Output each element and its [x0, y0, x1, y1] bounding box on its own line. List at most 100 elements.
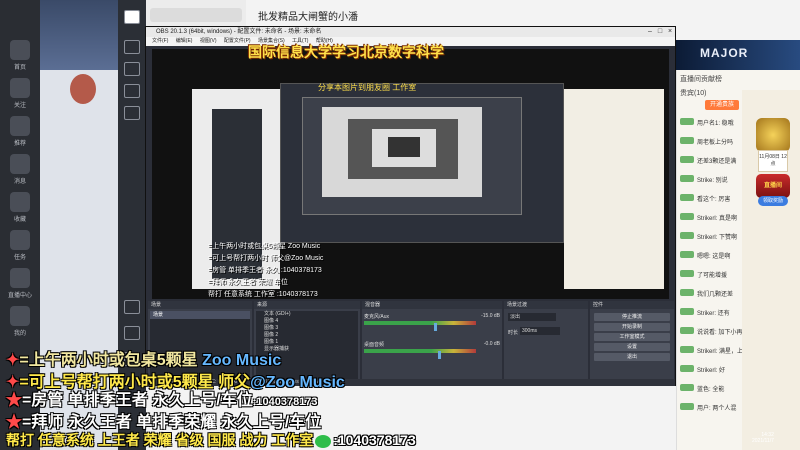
overlay-line-5: 帮打 任意系统 上王者 荣耀 省级 国服 战力 工作室 :1040378173 [6, 430, 416, 450]
user-level-badge [680, 346, 694, 353]
mixer-dock: 混音器 麦克风/Aux -15.0 dB 桌面音频 -0.0 dB [362, 301, 502, 385]
menu-file[interactable]: 文件(F) [152, 37, 168, 46]
live-center-icon[interactable] [10, 268, 30, 288]
preview-overlay-line: =拜师 永久王者 荣耀 车位 [208, 279, 288, 286]
controls-dock: 控件 停止推流 开始录制 工作室模式 设置 退出 [590, 301, 674, 385]
menu-edit[interactable]: 编辑(E) [176, 37, 193, 46]
follow-icon[interactable] [10, 78, 30, 98]
nav-label: 推荐 [13, 141, 26, 147]
nav-label: 我的 [13, 331, 26, 337]
star-icon: ★ [6, 414, 23, 431]
close-icon[interactable]: × [666, 28, 674, 35]
folder-icon[interactable] [124, 106, 140, 120]
favorite-icon[interactable] [10, 192, 30, 212]
user-level-badge [680, 118, 694, 125]
volume-meter [364, 321, 476, 325]
chat-message: 用户: 两个人混 [697, 406, 737, 412]
scenes-label: 场景 [148, 301, 252, 309]
chat-message: 看这个: 厉害 [697, 197, 731, 203]
preview-overlay-line: =上午两小时或包桌5颗星 Zoo Music [208, 243, 321, 250]
volume-slider[interactable] [434, 323, 437, 331]
chat-message: Strikerl: 下赞啊 [697, 235, 738, 241]
user-level-badge [680, 175, 694, 182]
event-badge[interactable]: 直播间 [756, 174, 790, 198]
transition-select[interactable]: 淡出 [508, 313, 556, 321]
source-item[interactable]: 文本 (GDI+) [256, 311, 358, 318]
settings-button[interactable]: 设置 [594, 343, 670, 351]
maximize-icon[interactable]: □ [656, 28, 664, 35]
chat-message: 嗯嗯: 这是啊 [697, 254, 731, 260]
search-input[interactable] [150, 8, 242, 22]
exit-button[interactable]: 退出 [594, 353, 670, 361]
studio-mode-button[interactable]: 工作室模式 [594, 333, 670, 341]
star-icon: ★ [6, 392, 23, 409]
chat-message: 还差3颗还是满 [697, 159, 737, 165]
menu-view[interactable]: 视图(V) [200, 37, 217, 46]
sources-label: 来源 [254, 301, 360, 309]
preview-overlay-title: 国际信息大学学习北京数字科学 [248, 44, 444, 60]
phone-icon[interactable] [124, 326, 140, 340]
controls-label: 控件 [590, 301, 674, 309]
chat-message: Strikerl: 好 [697, 368, 726, 374]
recursive-preview-6 [388, 137, 420, 157]
profile-icon[interactable] [10, 306, 30, 326]
volume-meter [364, 349, 476, 353]
obs-window: OBS 20.1.3 (64bit, windows) - 配置文件: 未命名 … [145, 26, 676, 386]
scene-item[interactable]: 场景 [150, 311, 250, 319]
favorites-icon[interactable] [124, 84, 140, 98]
chat-message: Strike: 别说 [697, 178, 728, 184]
volume-slider[interactable] [438, 351, 441, 359]
miniprogram-icon[interactable] [124, 300, 140, 314]
user-level-badge [680, 403, 694, 410]
overlay-line-5-text: 帮打 任意系统 上王者 荣耀 省级 国服 战力 工作室 [6, 432, 314, 448]
chat-message: Striker: 还有 [697, 311, 730, 317]
tab-contribution[interactable]: 直播间贡献榜 [680, 74, 722, 84]
taskbar-clock: 14:32 2021/11/7 [752, 432, 774, 444]
source-item[interactable]: 图像 2 [256, 332, 358, 339]
source-item[interactable]: 图像 3 [256, 325, 358, 332]
user-level-badge [680, 327, 694, 334]
mixer-channel-db: -0.0 dB [483, 341, 500, 347]
source-item[interactable]: 图像 1 [256, 339, 358, 346]
recommend-icon[interactable] [10, 116, 30, 136]
menu-profile[interactable]: 配置文件(P) [224, 37, 251, 46]
nav-label: 收藏 [13, 217, 26, 223]
open-noble-button[interactable]: 开通贵族 [705, 100, 739, 110]
stop-streaming-button[interactable]: 停止推流 [594, 313, 670, 321]
user-avatar[interactable] [124, 10, 140, 24]
user-level-badge [680, 308, 694, 315]
dot-icon: ✦ [6, 352, 20, 369]
streamer-avatar [70, 74, 96, 104]
chat-message: 说说看: 加下小再 [697, 330, 743, 336]
source-item[interactable]: 图像 4 [256, 318, 358, 325]
overlay-line-4-text: =拜师 永久王者 单排季荣耀 永久上号/车位 [22, 414, 322, 431]
user-level-badge [680, 156, 694, 163]
gold-badge-icon [756, 118, 790, 152]
preview-overlay-line: 帮打 任意系统 工作室 :1040378173 [208, 291, 318, 298]
chat-icon[interactable] [124, 40, 140, 54]
overlay-line-1-zoo: Zoo Music [202, 352, 282, 369]
minimize-icon[interactable]: – [646, 28, 654, 35]
start-recording-button[interactable]: 开始录制 [594, 323, 670, 331]
home-icon[interactable] [10, 40, 30, 60]
contacts-icon[interactable] [124, 62, 140, 76]
mixer-channel: 桌面音频 -0.0 dB [364, 341, 520, 363]
claim-reward-button[interactable]: 领取奖励 [758, 196, 788, 206]
overlay-line-4: ★=拜师 永久王者 单排季荣耀 永久上号/车位 [6, 408, 321, 432]
taskbar-date: 2021/11/7 [752, 438, 774, 444]
user-level-badge [680, 194, 694, 201]
user-level-badge [680, 384, 694, 391]
team-logo: MAJOR [700, 46, 749, 60]
preview-overlay-line: =房管 单排季王者 永久 :1040378173 [208, 267, 322, 274]
chat-message: 蓝色: 全能 [697, 387, 725, 393]
tab-vip[interactable]: 贵宾(10) [680, 88, 706, 98]
chat-message: Strikerl: 真是啊 [697, 216, 738, 222]
chat-message: 周老板上分吗 [697, 140, 734, 146]
mixer-channel-name: 麦克风/Aux [364, 314, 390, 320]
overlay-line-5-id: :1040378173 [333, 432, 416, 448]
duration-input[interactable]: 300ms [520, 327, 560, 335]
chat-message: 用户名1: 稳哦 [697, 121, 734, 127]
task-icon[interactable] [10, 230, 30, 250]
preview-overlay-sub: 分享本图片到朋友圈 工作室 [318, 83, 417, 92]
message-icon[interactable] [10, 154, 30, 174]
